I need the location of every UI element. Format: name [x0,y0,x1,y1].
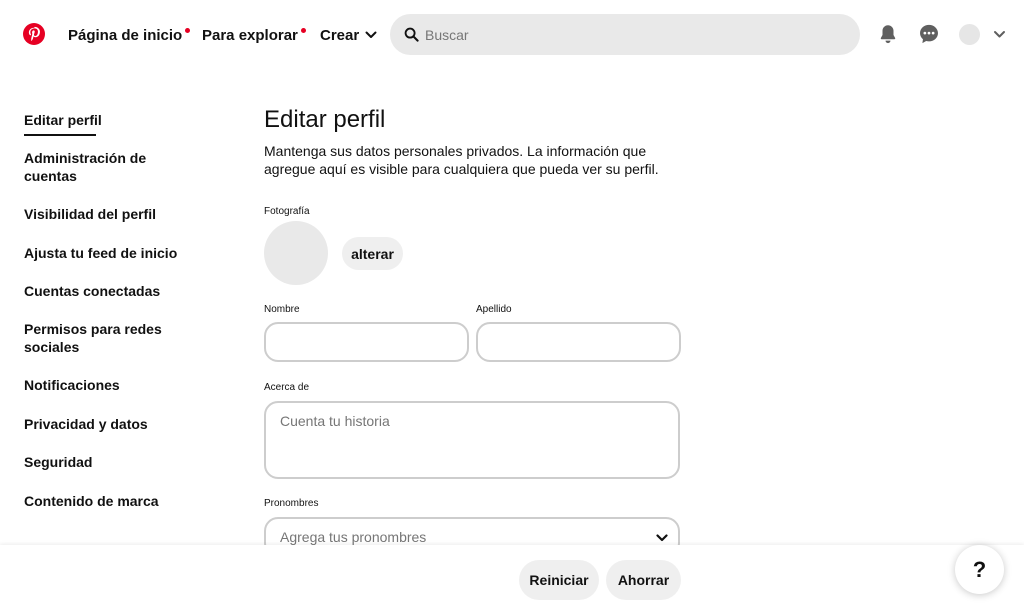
sidebar-item-security[interactable]: Seguridad [24,453,194,471]
pronouns-placeholder: Agrega tus pronombres [280,529,427,545]
page-title: Editar perfil [264,106,386,133]
notification-dot [300,27,306,33]
sidebar-item-home-feed[interactable]: Ajusta tu feed de inicio [24,244,194,262]
nav-home-label: Página de inicio [68,26,183,44]
form-action-bar: Reiniciar Ahorrar [0,545,1024,614]
sidebar-item-account-management[interactable]: Administración de cuentas [24,149,194,185]
nav-create-dropdown[interactable]: Crear [320,24,377,46]
about-label: Acerca de [264,382,310,393]
pronouns-label: Pronombres [264,498,319,509]
last-name-label: Apellido [476,304,512,315]
sidebar-item-connected-accounts[interactable]: Cuentas conectadas [24,282,194,300]
nav-create-label: Crear [320,26,360,44]
user-avatar[interactable] [959,24,980,45]
sidebar-item-edit-profile[interactable]: Editar perfil [24,111,194,136]
nav-explore-link[interactable]: Para explorar [202,24,306,46]
nav-home-link[interactable]: Página de inicio [68,24,191,46]
photo-label: Fotografía [264,206,310,217]
sidebar-item-notifications[interactable]: Notificaciones [24,376,194,394]
sidebar-item-branded-content[interactable]: Contenido de marca [24,492,194,510]
sidebar-item-profile-visibility[interactable]: Visibilidad del perfil [24,205,194,223]
help-button[interactable]: ? [955,545,1004,594]
search-input[interactable] [425,26,845,43]
notification-dot [185,27,191,33]
sidebar-item-privacy-data[interactable]: Privacidad y datos [24,415,194,433]
search-icon [404,27,419,42]
account-chevron-down-icon[interactable] [993,29,1006,40]
last-name-field[interactable] [476,322,681,362]
first-name-label: Nombre [264,304,300,315]
bell-icon[interactable] [877,23,899,45]
sidebar-item-social-permissions[interactable]: Permisos para redes sociales [24,320,194,356]
chevron-down-icon [365,31,377,38]
chat-icon[interactable] [918,23,940,45]
chevron-down-icon [656,534,668,542]
reset-button[interactable]: Reiniciar [519,560,599,600]
nav-explore-label: Para explorar [202,26,298,44]
search-bar[interactable] [390,14,860,55]
top-navigation-bar: Página de inicio Para explorar Crear [0,0,1024,68]
page-description: Mantenga sus datos personales privados. … [264,143,659,177]
first-name-field[interactable] [264,322,469,362]
change-photo-button[interactable]: alterar [342,237,403,270]
profile-photo [264,221,328,285]
about-textarea[interactable] [264,401,680,479]
save-button[interactable]: Ahorrar [606,560,681,600]
pinterest-logo-icon[interactable] [23,23,45,45]
